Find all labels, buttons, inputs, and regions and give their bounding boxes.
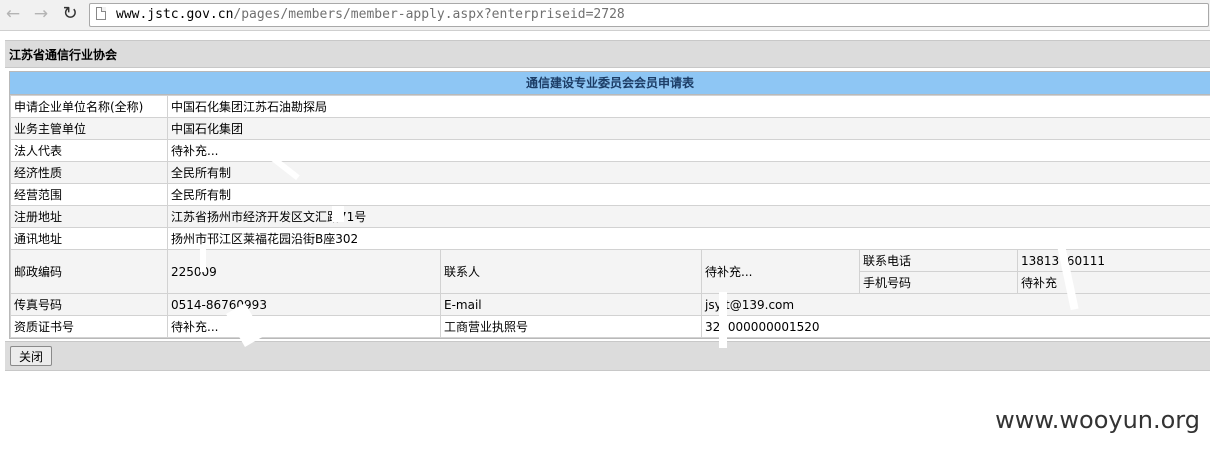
url-path: /pages/members/member-apply.aspx?enterpr… bbox=[233, 7, 625, 22]
field-value: 全民所有制 bbox=[166, 161, 1210, 184]
org-name: 江苏省通信行业协会 bbox=[9, 48, 118, 62]
license-value: 321000000001520 bbox=[700, 315, 1210, 338]
back-arrow-icon[interactable]: ← bbox=[2, 4, 24, 24]
browser-toolbar: ← → ↻ www.jstc.gov.cn/pages/members/memb… bbox=[0, 0, 1210, 31]
field-value: 全民所有制 bbox=[166, 183, 1210, 206]
mobile-value: 待补充 bbox=[1016, 271, 1210, 294]
page-icon bbox=[96, 7, 106, 20]
mobile-label: 手机号码 bbox=[859, 271, 1018, 294]
form-row: 业务主管单位 中国石化集团 bbox=[10, 117, 1210, 140]
watermark: www.wooyun.org bbox=[995, 406, 1200, 434]
form-table: 申请企业单位名称(全称) 中国石化集团江苏石油勘探局 业务主管单位 中国石化集团… bbox=[10, 95, 1210, 338]
form-row: 注册地址 江苏省扬州市经济开发区文汇路71号 bbox=[10, 205, 1210, 228]
field-label: 通讯地址 bbox=[10, 227, 168, 250]
phone-value: 13813760111 bbox=[1016, 249, 1210, 272]
form-footer: 关闭 bbox=[5, 341, 1210, 371]
field-label: 经营范围 bbox=[10, 183, 168, 206]
reload-icon[interactable]: ↻ bbox=[59, 4, 81, 24]
field-label: 业务主管单位 bbox=[10, 117, 168, 140]
field-label: 经济性质 bbox=[10, 161, 168, 184]
redaction-stroke bbox=[332, 206, 344, 222]
form-row: 经营范围 全民所有制 bbox=[10, 183, 1210, 206]
form-row: 传真号码 0514-86760993 E-mail jsyjt@139.com bbox=[10, 293, 1210, 316]
form-row: 经济性质 全民所有制 bbox=[10, 161, 1210, 184]
cert-value: 待补充... bbox=[167, 315, 441, 338]
forward-arrow-icon[interactable]: → bbox=[30, 4, 52, 24]
url-text[interactable]: www.jstc.gov.cn/pages/members/member-app… bbox=[116, 7, 625, 22]
field-label: 法人代表 bbox=[10, 139, 168, 162]
field-value: 扬州市邗江区莱福花园沿街B座302 bbox=[166, 227, 1210, 250]
cert-label: 资质证书号 bbox=[10, 315, 168, 338]
postal-value: 225009 bbox=[167, 249, 441, 294]
form-row: 资质证书号 待补充... 工商营业执照号 321000000001520 bbox=[10, 315, 1210, 338]
license-label: 工商营业执照号 bbox=[440, 315, 702, 338]
url-host: www.jstc.gov.cn bbox=[116, 7, 234, 22]
application-form: 通信建设专业委员会会员申请表 申请企业单位名称(全称) 中国石化集团江苏石油勘探… bbox=[9, 71, 1210, 339]
email-value: jsyjt@139.com bbox=[700, 293, 1210, 316]
close-button[interactable]: 关闭 bbox=[10, 346, 53, 366]
field-label: 注册地址 bbox=[10, 205, 168, 228]
form-row: 通讯地址 扬州市邗江区莱福花园沿街B座302 bbox=[10, 227, 1210, 250]
form-row: 法人代表 待补充... bbox=[10, 139, 1210, 162]
contact-label: 联系人 bbox=[440, 249, 702, 294]
field-label: 申请企业单位名称(全称) bbox=[10, 95, 168, 118]
phone-label: 联系电话 bbox=[859, 249, 1018, 272]
email-label: E-mail bbox=[440, 293, 702, 316]
contact-value: 待补充... bbox=[701, 249, 860, 294]
field-value: 江苏省扬州市经济开发区文汇路71号 bbox=[166, 205, 1210, 228]
field-value: 中国石化集团江苏石油勘探局 bbox=[166, 95, 1210, 118]
form-row: 申请企业单位名称(全称) 中国石化集团江苏石油勘探局 bbox=[10, 95, 1210, 118]
org-header: 江苏省通信行业协会 bbox=[5, 40, 1210, 68]
postal-label: 邮政编码 bbox=[10, 249, 168, 294]
fax-value: 0514-86760993 bbox=[167, 293, 441, 316]
redaction-stroke bbox=[200, 246, 206, 272]
redaction-stroke bbox=[719, 292, 727, 348]
form-row: 邮政编码 225009 联系人 待补充... 联系电话 13813760111 bbox=[10, 249, 1210, 294]
field-value: 中国石化集团 bbox=[166, 117, 1210, 140]
address-bar[interactable]: www.jstc.gov.cn/pages/members/member-app… bbox=[89, 3, 1209, 27]
field-value: 待补充... bbox=[166, 139, 1210, 162]
fax-label: 传真号码 bbox=[10, 293, 168, 316]
form-title: 通信建设专业委员会会员申请表 bbox=[10, 72, 1210, 95]
